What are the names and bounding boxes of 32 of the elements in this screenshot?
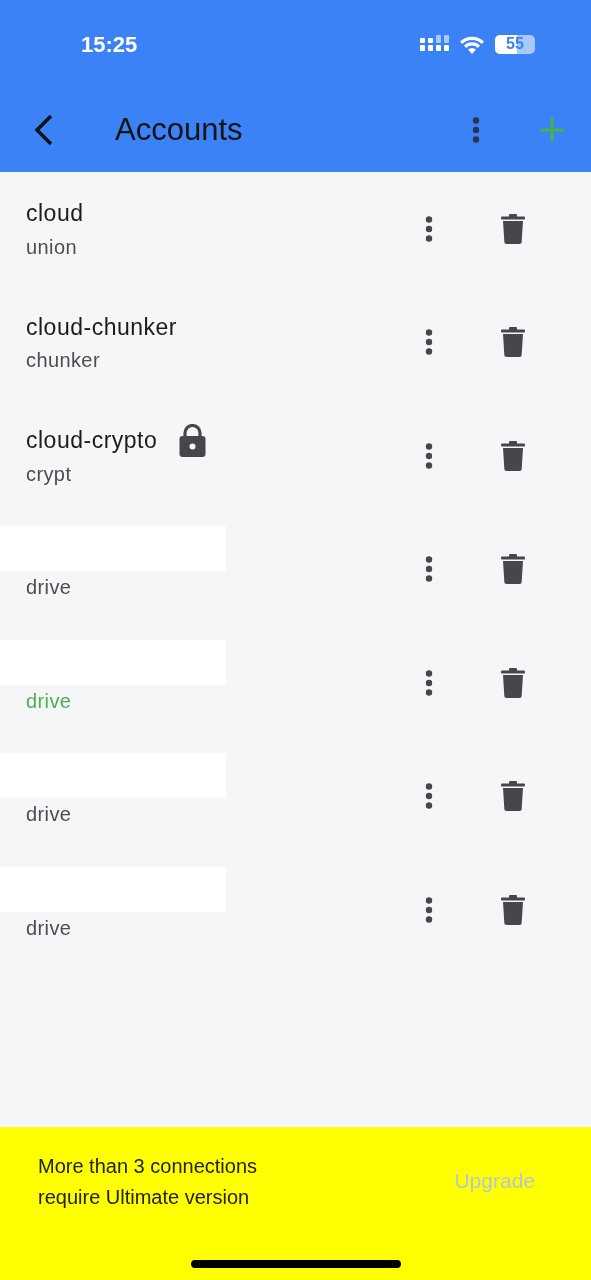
trash-icon[interactable] <box>501 213 525 244</box>
more-icon[interactable] <box>425 783 433 810</box>
banner-message: More than 3 connections require Ultimate version <box>38 1154 259 1210</box>
trash-icon[interactable] <box>501 894 525 925</box>
account-type: drive <box>25 802 73 828</box>
wifi-icon <box>459 34 485 54</box>
account-name: cloud-crypto <box>26 426 158 455</box>
account-type: drive <box>25 575 73 601</box>
battery-level: 55 <box>505 36 525 52</box>
account-type: drive <box>25 915 73 941</box>
more-icon[interactable] <box>425 669 433 696</box>
trash-icon[interactable] <box>501 781 525 812</box>
account-name: cloud-chunker <box>26 312 177 342</box>
account-type: crypt <box>25 461 73 487</box>
back-icon[interactable] <box>34 114 54 146</box>
trash-icon[interactable] <box>501 440 525 471</box>
more-icon[interactable] <box>425 556 433 583</box>
signal-icon <box>420 35 450 53</box>
status-time: 15:25 <box>81 30 139 59</box>
account-type: drive <box>25 688 73 714</box>
page-title: Accounts <box>115 110 244 149</box>
more-icon[interactable] <box>425 442 433 469</box>
trash-icon[interactable] <box>501 554 525 585</box>
more-icon[interactable] <box>425 215 433 242</box>
account-type: chunker <box>25 348 101 374</box>
more-icon[interactable] <box>425 329 433 356</box>
upgrade-button[interactable]: Upgrade <box>454 1165 535 1197</box>
trash-icon[interactable] <box>501 327 525 358</box>
account-type: union <box>25 234 78 260</box>
trash-icon[interactable] <box>501 667 525 698</box>
account-name: cloud <box>26 199 84 228</box>
more-icon[interactable] <box>425 896 433 923</box>
